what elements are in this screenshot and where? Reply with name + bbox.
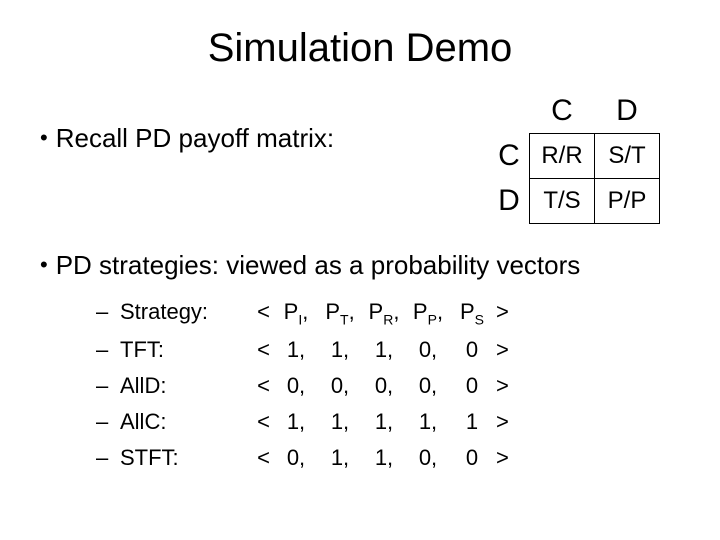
col-header-c: C [530,89,595,133]
vec-val: 0, [406,373,450,399]
close-bracket: > [494,445,520,471]
header-pi: PI, [274,299,318,327]
bullet-icon: • [40,254,48,276]
vec-val: 0 [450,373,494,399]
vec-val: 0, [274,373,318,399]
vec-val: 0 [450,337,494,363]
vec-val: 0 [450,445,494,471]
vector-stft: < 0, 1, 1, 0, 0 > [240,445,520,471]
cell-cd: S/T [595,133,660,178]
open-bracket: < [240,445,274,471]
cell-cc: R/R [530,133,595,178]
close-bracket: > [494,409,520,435]
cell-dd: P/P [595,178,660,223]
vec-val: 1 [450,409,494,435]
bullet-icon: • [40,127,48,149]
open-bracket: < [240,409,274,435]
header-pp: PP, [406,299,450,327]
vector-allc: < 1, 1, 1, 1, 1 > [240,409,520,435]
vec-val: 0, [318,373,362,399]
open-bracket: < [240,373,274,399]
page-title: Simulation Demo [40,26,680,71]
vec-val: 1, [274,337,318,363]
close-bracket: > [494,337,520,363]
list-item: – TFT: < 1, 1, 1, 0, 0 > [96,337,680,363]
dash-icon: – [96,373,120,399]
vector-header: < PI, PT, PR, PP, PS > [240,299,520,327]
vec-val: 0, [274,445,318,471]
vec-val: 0, [406,337,450,363]
strategy-label: TFT: [120,337,240,363]
open-bracket: < [240,337,274,363]
vec-val: 0, [362,373,406,399]
col-header-d: D [595,89,660,133]
vec-val: 1, [318,445,362,471]
dash-icon: – [96,299,120,325]
vec-val: 1, [318,409,362,435]
strategy-label: AllC: [120,409,240,435]
list-item: – AllD: < 0, 0, 0, 0, 0 > [96,373,680,399]
list-item: – STFT: < 0, 1, 1, 0, 0 > [96,445,680,471]
payoff-table: C D C R/R S/T D T/S P/P [489,89,660,224]
strategy-list: – Strategy: < PI, PT, PR, PP, PS > – TFT… [96,299,680,471]
vec-val: 1, [362,337,406,363]
vec-val: 1, [274,409,318,435]
vec-val: 1, [362,409,406,435]
list-item: – AllC: < 1, 1, 1, 1, 1 > [96,409,680,435]
dash-icon: – [96,337,120,363]
header-pt: PT, [318,299,362,327]
table-row: D T/S P/P [489,178,660,223]
strategy-label: STFT: [120,445,240,471]
vec-val: 1, [318,337,362,363]
dash-icon: – [96,409,120,435]
row-header-c: C [489,133,530,178]
strategy-label: Strategy: [120,299,240,325]
cell-dc: T/S [530,178,595,223]
bullet-1-text: Recall PD payoff matrix: [56,123,334,154]
header-pr: PR, [362,299,406,327]
close-bracket: > [494,299,520,325]
strategy-label: AllD: [120,373,240,399]
list-item: – Strategy: < PI, PT, PR, PP, PS > [96,299,680,327]
bullet-2-text: PD strategies: viewed as a probability v… [56,250,581,281]
open-bracket: < [240,299,274,325]
row-recall: • Recall PD payoff matrix: C D C R/R S/T… [40,89,680,224]
corner-blank [489,89,530,133]
vector-alld: < 0, 0, 0, 0, 0 > [240,373,520,399]
bullet-2: • PD strategies: viewed as a probability… [40,250,680,281]
slide: Simulation Demo • Recall PD payoff matri… [0,0,720,540]
header-ps: PS [450,299,494,327]
table-row: C D [489,89,660,133]
vec-val: 1, [406,409,450,435]
bullet-1: • Recall PD payoff matrix: [40,123,334,154]
row-header-d: D [489,178,530,223]
table-row: C R/R S/T [489,133,660,178]
vec-val: 0, [406,445,450,471]
vector-tft: < 1, 1, 1, 0, 0 > [240,337,520,363]
payoff-matrix: C D C R/R S/T D T/S P/P [489,89,660,224]
dash-icon: – [96,445,120,471]
vec-val: 1, [362,445,406,471]
close-bracket: > [494,373,520,399]
